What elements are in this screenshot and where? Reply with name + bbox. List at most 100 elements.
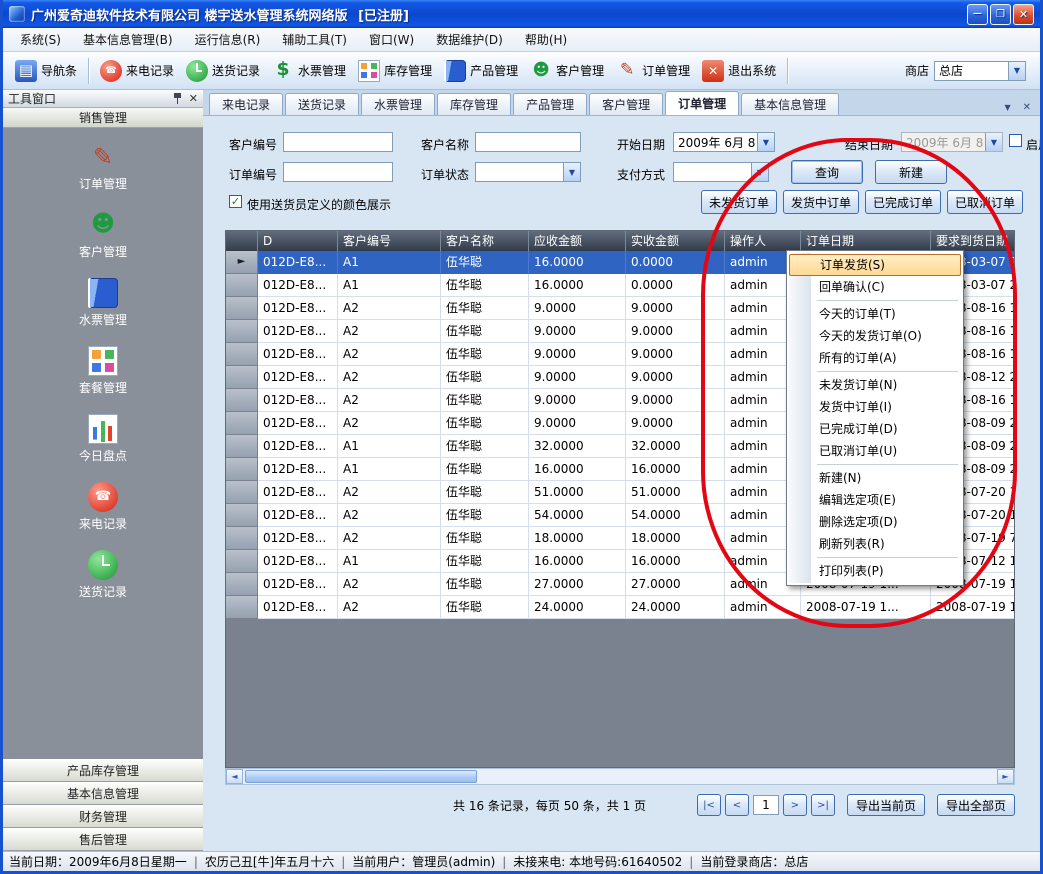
row-selector[interactable] <box>226 596 258 619</box>
tab[interactable]: 送货记录 <box>285 93 359 115</box>
menu-item[interactable]: 数据维护(D) <box>425 28 514 51</box>
tab[interactable]: 产品管理 <box>513 93 587 115</box>
scrollbar-thumb[interactable] <box>245 770 477 783</box>
context-menu-item[interactable]: 发货中订单(I) <box>789 396 961 418</box>
row-selector[interactable] <box>226 274 258 297</box>
context-menu-item[interactable]: 已取消订单(U) <box>789 440 961 462</box>
page-number-input[interactable] <box>753 795 779 815</box>
context-menu-item[interactable]: 订单发货(S) <box>789 254 961 276</box>
last-page-button[interactable] <box>811 794 835 816</box>
sidebar-item[interactable]: 今日盘点 <box>79 414 127 464</box>
sidebar-item[interactable]: 送货记录 <box>79 550 127 600</box>
sidebar-group-bar[interactable]: 产品库存管理 <box>3 759 203 782</box>
row-selector[interactable] <box>226 389 258 412</box>
grid-header-cell[interactable]: 客户编号 <box>338 231 441 251</box>
row-selector[interactable] <box>226 573 258 596</box>
export-all-pages-button[interactable]: 导出全部页 <box>937 794 1015 816</box>
row-selector[interactable] <box>226 504 258 527</box>
grid-header-cell[interactable]: 实收金额 <box>626 231 725 251</box>
scroll-left-icon[interactable] <box>226 769 243 784</box>
menu-item[interactable]: 辅助工具(T) <box>271 28 358 51</box>
menu-item[interactable]: 帮助(H) <box>514 28 578 51</box>
end-date-dropdown-icon[interactable] <box>985 133 1002 151</box>
sidebar-group-header[interactable]: 销售管理 <box>3 108 203 128</box>
menu-item[interactable]: 运行信息(R) <box>184 28 272 51</box>
status-filter-button[interactable]: 未发货订单 <box>701 190 777 214</box>
export-current-page-button[interactable]: 导出当前页 <box>847 794 925 816</box>
next-page-button[interactable] <box>783 794 807 816</box>
tab[interactable]: 订单管理 <box>665 91 739 115</box>
sidebar-group-bar[interactable]: 财务管理 <box>3 805 203 828</box>
pin-icon[interactable] <box>172 92 183 105</box>
prev-page-button[interactable] <box>725 794 749 816</box>
enable-end-date-checkbox[interactable] <box>1009 134 1022 147</box>
grid-header-cell[interactable]: 客户名称 <box>441 231 529 251</box>
toolbar-button[interactable]: 导航条 <box>9 57 83 85</box>
order-status-dropdown-icon[interactable] <box>563 163 580 181</box>
row-selector[interactable] <box>226 527 258 550</box>
start-date-picker[interactable]: 2009年 6月 8日 <box>673 132 775 152</box>
grid-header-cell[interactable]: 订单日期 <box>801 231 931 251</box>
toolbar-button[interactable]: 退出系统 <box>696 57 782 85</box>
sidebar-item[interactable]: 水票管理 <box>79 278 127 328</box>
order-status-select[interactable] <box>475 162 581 182</box>
tab[interactable]: 库存管理 <box>437 93 511 115</box>
grid-horizontal-scrollbar[interactable] <box>225 768 1015 785</box>
context-menu-item[interactable]: 今天的发货订单(O) <box>789 325 961 347</box>
sidebar-close-icon[interactable] <box>189 92 198 105</box>
row-selector[interactable] <box>226 550 258 573</box>
sidebar-group-bar[interactable]: 基本信息管理 <box>3 782 203 805</box>
sidebar-item[interactable]: 套餐管理 <box>79 346 127 396</box>
minimize-button[interactable] <box>967 4 988 25</box>
context-menu-item[interactable]: 删除选定项(D) <box>789 511 961 533</box>
scroll-right-icon[interactable] <box>997 769 1014 784</box>
row-selector[interactable] <box>226 343 258 366</box>
status-filter-button[interactable]: 已完成订单 <box>865 190 941 214</box>
new-button[interactable]: 新建 <box>875 160 947 184</box>
grid-header-cell[interactable]: 操作人 <box>725 231 801 251</box>
status-filter-button[interactable]: 发货中订单 <box>783 190 859 214</box>
query-button[interactable]: 查询 <box>791 160 863 184</box>
sidebar-item[interactable]: 来电记录 <box>79 482 127 532</box>
context-menu-item[interactable]: 编辑选定项(E) <box>789 489 961 511</box>
context-menu-item[interactable]: 未发货订单(N) <box>789 374 961 396</box>
toolbar-button[interactable]: 来电记录 <box>94 57 180 85</box>
row-selector[interactable] <box>226 366 258 389</box>
grid-header-cell[interactable]: 要求到货日期 <box>931 231 1015 251</box>
menu-item[interactable]: 基本信息管理(B) <box>72 28 184 51</box>
row-selector[interactable] <box>226 481 258 504</box>
context-menu-item[interactable]: 回单确认(C) <box>789 276 961 298</box>
row-selector[interactable] <box>226 297 258 320</box>
context-menu-item[interactable]: 新建(N) <box>789 467 961 489</box>
context-menu-item[interactable]: 打印列表(P) <box>789 560 961 582</box>
row-selector[interactable] <box>226 320 258 343</box>
grid-header-cell[interactable]: D <box>258 231 338 251</box>
tab-close-icon[interactable] <box>1020 100 1034 115</box>
row-selector[interactable] <box>226 251 258 274</box>
first-page-button[interactable] <box>697 794 721 816</box>
toolbar-button[interactable]: 送货记录 <box>180 57 266 85</box>
store-dropdown-icon[interactable] <box>1008 62 1025 80</box>
toolbar-button[interactable]: 订单管理 <box>610 57 696 85</box>
customer-name-input[interactable] <box>475 132 581 152</box>
tab[interactable]: 客户管理 <box>589 93 663 115</box>
menu-item[interactable]: 窗口(W) <box>358 28 425 51</box>
row-selector[interactable] <box>226 435 258 458</box>
end-date-picker[interactable]: 2009年 6月 8日 <box>901 132 1003 152</box>
toolbar-button[interactable]: 水票管理 <box>266 57 352 85</box>
store-combobox[interactable]: 总店 <box>934 61 1026 81</box>
start-date-dropdown-icon[interactable] <box>757 133 774 151</box>
pay-method-select[interactable] <box>673 162 769 182</box>
tab-list-dropdown-icon[interactable] <box>1001 100 1013 115</box>
order-no-input[interactable] <box>283 162 393 182</box>
sidebar-item[interactable]: 订单管理 <box>79 142 127 192</box>
grid-header-cell[interactable]: 应收金额 <box>529 231 626 251</box>
context-menu-item[interactable]: 已完成订单(D) <box>789 418 961 440</box>
toolbar-button[interactable]: 客户管理 <box>524 57 610 85</box>
pay-method-dropdown-icon[interactable] <box>751 163 768 181</box>
context-menu-item[interactable]: 刷新列表(R) <box>789 533 961 555</box>
menu-item[interactable]: 系统(S) <box>9 28 72 51</box>
tab[interactable]: 来电记录 <box>209 93 283 115</box>
sidebar-item[interactable]: 客户管理 <box>79 210 127 260</box>
customer-no-input[interactable] <box>283 132 393 152</box>
